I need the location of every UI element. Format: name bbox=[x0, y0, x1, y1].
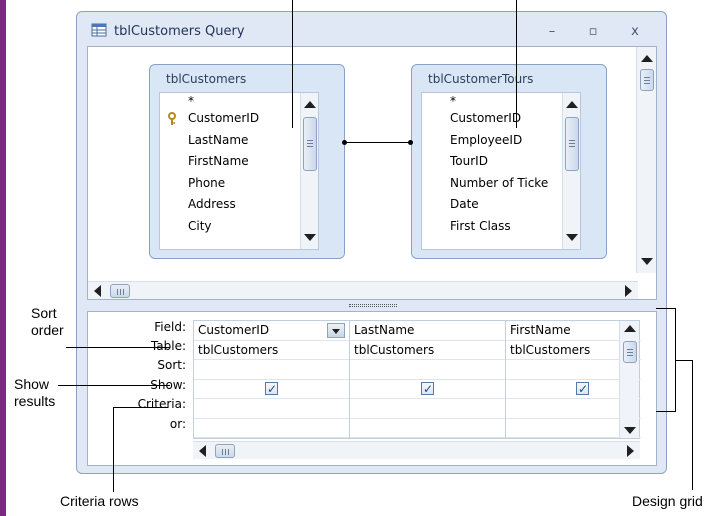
grid-cell-criteria[interactable] bbox=[350, 399, 505, 419]
grid-cell-or[interactable] bbox=[194, 419, 349, 438]
field-item[interactable]: First Class bbox=[422, 216, 580, 238]
scroll-up-icon[interactable] bbox=[566, 101, 578, 108]
scroll-down-icon[interactable] bbox=[624, 427, 636, 434]
grid-horizontal-scrollbar[interactable] bbox=[193, 441, 640, 459]
relationship-endpoint bbox=[342, 140, 347, 145]
callout-line bbox=[113, 407, 168, 408]
table-title: tblCustomerTours bbox=[428, 72, 534, 86]
callout-criteria-rows: Criteria rows bbox=[60, 493, 139, 509]
grid-cell-table[interactable]: tblCustomers bbox=[194, 341, 349, 360]
callout-bracket bbox=[656, 411, 676, 412]
grid-cell-show bbox=[194, 380, 349, 399]
field-item[interactable]: * bbox=[422, 94, 580, 108]
design-grid-pane: Field: Table: Sort: Show: Criteria: or: … bbox=[87, 311, 657, 466]
pane-vertical-scrollbar[interactable] bbox=[636, 47, 656, 273]
show-checkbox[interactable] bbox=[265, 380, 278, 398]
accent-bar bbox=[0, 0, 6, 516]
scroll-thumb[interactable] bbox=[565, 117, 579, 171]
grid-cell-sort[interactable] bbox=[194, 360, 349, 380]
field-list-scrollbar[interactable] bbox=[300, 93, 318, 249]
scroll-thumb[interactable] bbox=[623, 341, 637, 363]
field-list: * CustomerID LastName FirstName Phone Ad… bbox=[159, 92, 319, 250]
field-item[interactable]: Number of Ticke bbox=[422, 173, 580, 195]
field-item[interactable]: Date bbox=[422, 194, 580, 216]
callout-design-grid: Design grid bbox=[632, 493, 703, 509]
window-title: tblCustomers Query bbox=[114, 24, 245, 39]
scroll-down-icon[interactable] bbox=[641, 258, 653, 265]
scroll-thumb[interactable] bbox=[303, 117, 317, 171]
grid-cell-field[interactable]: LastName bbox=[350, 321, 505, 341]
callout-line bbox=[58, 385, 170, 386]
grid-column: LastName tblCustomers bbox=[350, 321, 506, 438]
callout-line bbox=[516, 0, 517, 128]
relationship-endpoint bbox=[408, 140, 413, 145]
close-button[interactable]: x bbox=[627, 25, 643, 39]
table-pane: tblCustomers * CustomerID LastName First… bbox=[87, 46, 657, 300]
scroll-thumb[interactable] bbox=[110, 284, 130, 298]
scroll-thumb[interactable] bbox=[215, 444, 235, 458]
callout-line bbox=[692, 360, 693, 490]
query-icon bbox=[91, 23, 107, 37]
grid-vertical-scrollbar[interactable] bbox=[619, 321, 639, 438]
grid-cell-show bbox=[350, 380, 505, 399]
query-window: tblCustomers Query – ▫ x tblCustomers * … bbox=[76, 11, 667, 474]
scroll-up-icon[interactable] bbox=[624, 325, 636, 332]
table-title: tblCustomers bbox=[166, 72, 247, 86]
primary-key-icon bbox=[168, 112, 176, 125]
pane-splitter[interactable] bbox=[349, 304, 397, 307]
minimize-button[interactable]: – bbox=[544, 25, 560, 39]
grid-cell-field[interactable]: CustomerID bbox=[194, 321, 349, 341]
row-label-sort: Sort: bbox=[157, 358, 186, 372]
field-item[interactable]: * bbox=[160, 94, 318, 108]
field-item[interactable]: EmployeeID bbox=[422, 130, 580, 152]
design-grid: CustomerID tblCustomers LastName tblCust… bbox=[193, 320, 641, 439]
grid-cell-criteria[interactable] bbox=[194, 399, 349, 419]
scroll-up-icon[interactable] bbox=[641, 55, 653, 62]
show-checkbox[interactable] bbox=[576, 380, 589, 398]
field-item[interactable]: FirstName bbox=[160, 151, 318, 173]
scroll-thumb[interactable] bbox=[640, 69, 654, 91]
grid-cell-table[interactable]: tblCustomers bbox=[350, 341, 505, 360]
field-item[interactable]: Phone bbox=[160, 173, 318, 195]
callout-show-results: Show results bbox=[14, 376, 56, 409]
field-item[interactable]: TourID bbox=[422, 151, 580, 173]
table-box-tblcustomers[interactable]: tblCustomers * CustomerID LastName First… bbox=[149, 64, 345, 259]
relationship-line bbox=[344, 142, 411, 143]
grid-cell-or[interactable] bbox=[350, 419, 505, 438]
maximize-button[interactable]: ▫ bbox=[585, 25, 601, 39]
scroll-down-icon[interactable] bbox=[304, 234, 316, 241]
field-item[interactable]: LastName bbox=[160, 130, 318, 152]
scroll-right-icon[interactable] bbox=[625, 285, 632, 297]
row-label-table: Table: bbox=[150, 339, 186, 353]
field-item[interactable]: City bbox=[160, 216, 318, 238]
callout-line bbox=[113, 407, 114, 492]
chevron-down-icon[interactable] bbox=[327, 323, 345, 338]
pane-horizontal-scrollbar[interactable] bbox=[88, 281, 638, 299]
callout-bracket bbox=[656, 308, 676, 309]
callout-line bbox=[66, 347, 170, 348]
scroll-up-icon[interactable] bbox=[304, 101, 316, 108]
callout-line bbox=[292, 0, 293, 128]
field-list-scrollbar[interactable] bbox=[562, 93, 580, 249]
row-label-field: Field: bbox=[154, 320, 186, 334]
callout-sort-order: Sort order bbox=[31, 305, 64, 338]
callout-line bbox=[675, 360, 693, 361]
field-item[interactable]: CustomerID bbox=[422, 108, 580, 130]
scroll-left-icon[interactable] bbox=[199, 445, 206, 457]
field-item[interactable]: CustomerID bbox=[160, 108, 318, 130]
row-label-or: or: bbox=[169, 417, 186, 431]
field-list: * CustomerID EmployeeID TourID Number of… bbox=[421, 92, 581, 250]
field-item[interactable]: Address bbox=[160, 194, 318, 216]
table-box-tblcustomertours[interactable]: tblCustomerTours * CustomerID EmployeeID… bbox=[411, 64, 607, 259]
row-label-criteria: Criteria: bbox=[137, 397, 186, 411]
show-checkbox[interactable] bbox=[421, 380, 434, 398]
grid-column: CustomerID tblCustomers bbox=[194, 321, 350, 438]
grid-cell-sort[interactable] bbox=[350, 360, 505, 380]
scroll-down-icon[interactable] bbox=[566, 234, 578, 241]
scroll-left-icon[interactable] bbox=[94, 285, 101, 297]
scroll-right-icon[interactable] bbox=[627, 445, 634, 457]
